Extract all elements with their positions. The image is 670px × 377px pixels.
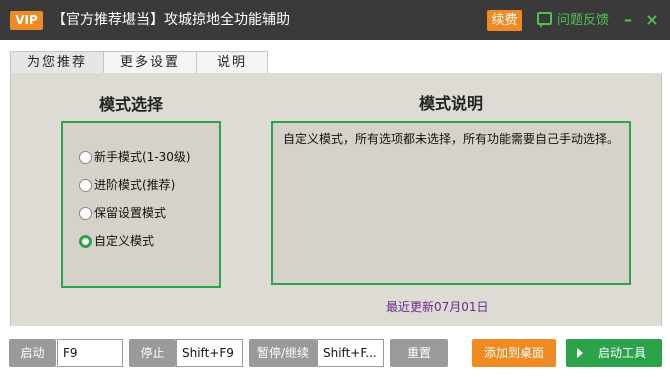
- radio-circle-icon: [79, 151, 92, 164]
- radio-checked-icon: [79, 235, 92, 248]
- minimize-button[interactable]: –: [621, 10, 635, 30]
- main-panel: 模式选择 模式说明 新手模式(1-30级) 进阶模式(推荐) 保留设置模式 自定…: [10, 73, 662, 326]
- tab-recommend[interactable]: 为您推荐: [10, 51, 104, 74]
- tab-bar: 为您推荐 更多设置 说明: [10, 51, 660, 74]
- add-to-desktop-button[interactable]: 添加到桌面: [472, 339, 556, 367]
- start-label: 启动: [9, 339, 56, 367]
- radio-novice-mode[interactable]: 新手模式(1-30级): [79, 147, 191, 167]
- feedback-label: 问题反馈: [557, 13, 610, 28]
- launch-tool-label: 启动工具: [597, 346, 646, 360]
- stop-hotkey-input[interactable]: Shift+F9: [176, 339, 243, 367]
- mode-desc-title: 模式说明: [419, 94, 484, 113]
- tab-more-settings[interactable]: 更多设置: [103, 51, 197, 73]
- last-updated-text: 最近更新07月01日: [386, 300, 489, 314]
- radio-label: 保留设置模式: [94, 206, 167, 220]
- feedback-button[interactable]: 问题反馈: [537, 10, 609, 31]
- mode-description-box: 自定义模式，所有选项都未选择，所有功能需要自己手动选择。: [271, 121, 631, 285]
- start-hotkey-input[interactable]: F9: [57, 339, 123, 367]
- radio-advanced-mode[interactable]: 进阶模式(推荐): [79, 175, 175, 195]
- mode-options-box: 新手模式(1-30级) 进阶模式(推荐) 保留设置模式 自定义模式: [61, 121, 221, 288]
- tab-instructions[interactable]: 说明: [196, 51, 268, 73]
- close-button[interactable]: ×: [645, 10, 659, 30]
- pause-label: 暂停/继续: [249, 339, 317, 367]
- bottom-toolbar: 启动 F9 停止 Shift+F9 暂停/继续 Shift+F... 重置 添加…: [0, 326, 670, 377]
- stop-label: 停止: [129, 339, 176, 367]
- radio-circle-icon: [79, 207, 92, 220]
- window-title: 【官方推荐堪当】攻城掠地全功能辅助: [52, 12, 290, 28]
- chat-bubble-icon: [537, 12, 552, 28]
- radio-label: 新手模式(1-30级): [94, 150, 191, 164]
- launch-tool-button[interactable]: 启动工具: [566, 339, 662, 367]
- renew-button[interactable]: 续费: [487, 10, 522, 31]
- radio-label: 进阶模式(推荐): [94, 178, 176, 192]
- vip-badge[interactable]: VIP: [10, 11, 43, 30]
- radio-keep-settings-mode[interactable]: 保留设置模式: [79, 203, 166, 223]
- reset-button[interactable]: 重置: [390, 339, 448, 367]
- pause-hotkey-input[interactable]: Shift+F...: [317, 339, 384, 367]
- mode-select-title: 模式选择: [99, 95, 164, 114]
- radio-label: 自定义模式: [94, 234, 155, 248]
- play-icon: [577, 348, 583, 358]
- title-bar: VIP 【官方推荐堪当】攻城掠地全功能辅助 续费 问题反馈 – ×: [0, 0, 670, 40]
- radio-circle-icon: [79, 179, 92, 192]
- radio-custom-mode[interactable]: 自定义模式: [79, 231, 154, 251]
- mode-description-text: 自定义模式，所有选项都未选择，所有功能需要自己手动选择。: [283, 132, 620, 146]
